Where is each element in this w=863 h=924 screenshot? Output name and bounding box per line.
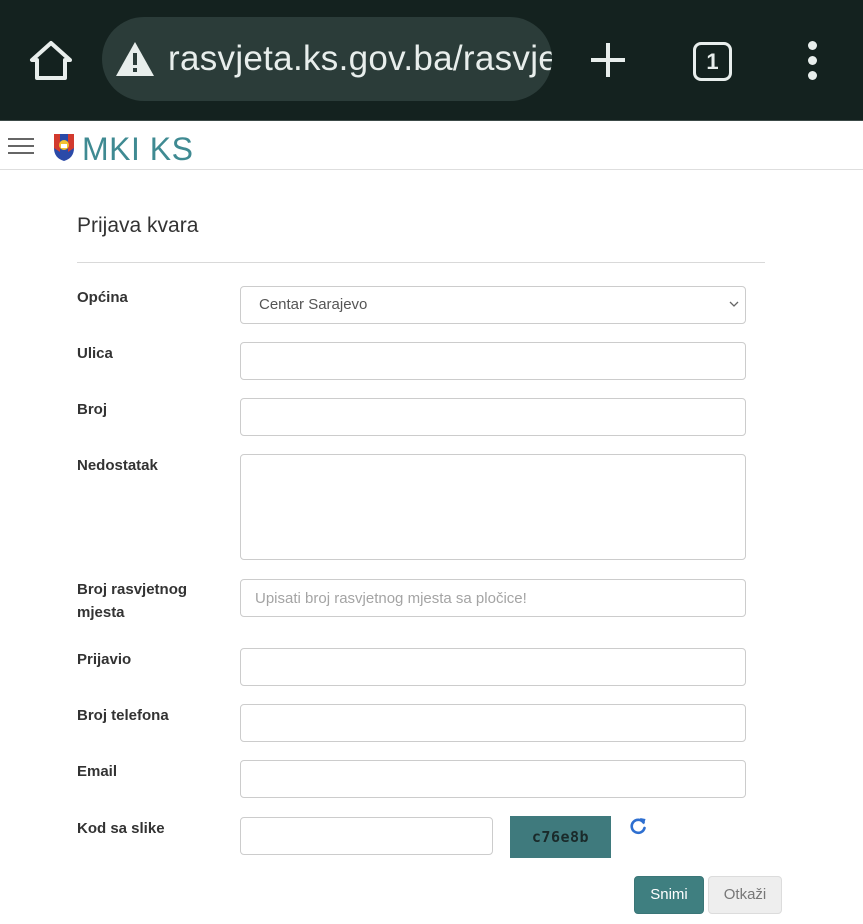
cancel-button[interactable]: Otkaži [708, 876, 782, 914]
warning-icon[interactable] [115, 40, 155, 78]
nedostatak-label: Nedostatak [77, 457, 158, 474]
ulica-input[interactable] [240, 342, 746, 380]
broj-rasvjetnog-mjesta-input[interactable] [240, 579, 746, 617]
email-input[interactable] [240, 760, 746, 798]
tab-switcher-icon[interactable]: 1 [691, 40, 733, 82]
broj-telefona-label: Broj telefona [77, 707, 169, 724]
save-button[interactable]: Snimi [634, 876, 704, 914]
email-label: Email [77, 763, 118, 780]
hamburger-icon[interactable] [8, 136, 36, 156]
opcina-selected-value: Centar Sarajevo [259, 296, 368, 313]
brand-name: MKI KS [82, 131, 194, 167]
site-header: MKI KS [0, 121, 863, 170]
captcha-text: c76e8b [531, 828, 590, 846]
broj-rasvjetnog-mjesta-label: Broj rasvjetnog mjesta [77, 581, 188, 621]
broj-telefona-input[interactable] [240, 704, 746, 742]
chevron-down-icon [729, 301, 739, 307]
more-vert-icon[interactable] [802, 38, 824, 84]
broj-label: Broj [77, 401, 107, 418]
browser-toolbar: rasvjeta.ks.gov.ba/rasvje 1 [0, 0, 863, 121]
opcina-label: Općina [77, 289, 128, 306]
tab-count: 1 [693, 42, 732, 81]
captcha-image: c76e8b [510, 816, 611, 858]
refresh-icon[interactable] [628, 816, 648, 836]
title-divider [77, 262, 765, 263]
plus-icon[interactable] [588, 40, 628, 80]
ulica-label: Ulica [77, 345, 113, 362]
home-icon[interactable] [28, 38, 74, 82]
opcina-select[interactable]: Centar Sarajevo [240, 286, 746, 324]
url-text[interactable]: rasvjeta.ks.gov.ba/rasvje [168, 17, 552, 101]
crest-icon [54, 134, 74, 161]
nedostatak-textarea[interactable] [240, 454, 746, 560]
broj-input[interactable] [240, 398, 746, 436]
kod-label: Kod sa slike [77, 820, 165, 837]
page-title: Prijava kvara [77, 214, 199, 237]
captcha-input[interactable] [240, 817, 493, 855]
prijavio-input[interactable] [240, 648, 746, 686]
address-bar[interactable]: rasvjeta.ks.gov.ba/rasvje [102, 17, 552, 101]
prijavio-label: Prijavio [77, 651, 132, 668]
